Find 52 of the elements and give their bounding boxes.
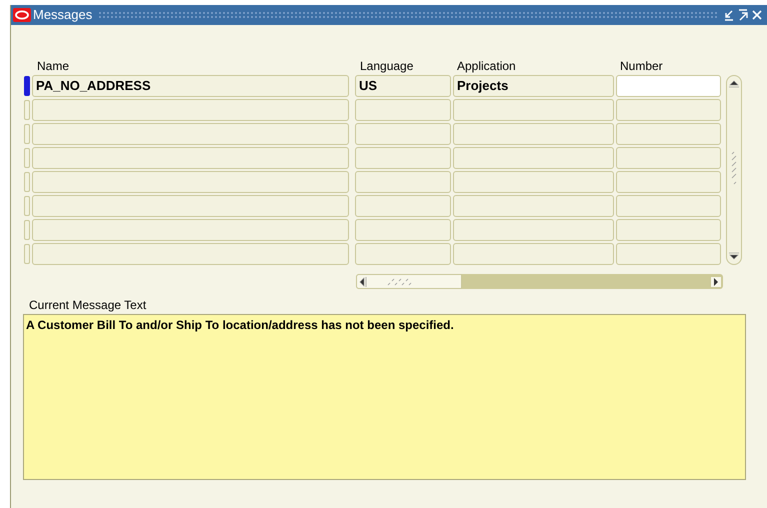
grip-icon — [387, 278, 413, 286]
table-cell[interactable] — [355, 99, 451, 121]
column-header: Name — [37, 59, 70, 73]
table-cell[interactable] — [616, 123, 721, 145]
table-cell[interactable] — [355, 195, 451, 217]
right-arrow-icon[interactable] — [711, 276, 721, 286]
table-cell[interactable] — [453, 219, 614, 241]
table-cell[interactable] — [453, 171, 614, 193]
vertical-scrollbar[interactable] — [726, 75, 742, 265]
table-cell[interactable]: Projects — [453, 75, 614, 97]
table-cell[interactable] — [453, 243, 614, 265]
table-cell[interactable]: US — [355, 75, 451, 97]
table-cell[interactable] — [453, 195, 614, 217]
message-label: Current Message Text — [29, 298, 148, 312]
column-header: Application — [457, 59, 517, 73]
table-cell[interactable] — [32, 243, 349, 265]
table-cell[interactable] — [32, 171, 349, 193]
table-cell[interactable]: PA_NO_ADDRESS — [32, 75, 349, 97]
row-indicator[interactable] — [24, 76, 30, 96]
table-cell[interactable] — [32, 99, 349, 121]
horizontal-scrollbar[interactable] — [356, 274, 723, 289]
table-cell[interactable] — [616, 243, 721, 265]
table-cell[interactable] — [355, 243, 451, 265]
oracle-logo-icon — [13, 8, 31, 22]
window-title: Messages — [33, 6, 92, 24]
table-cell[interactable] — [32, 123, 349, 145]
maximize-icon[interactable] — [737, 9, 749, 21]
scroll-thumb[interactable] — [356, 274, 462, 289]
table-cell[interactable] — [355, 171, 451, 193]
table-cell[interactable] — [453, 99, 614, 121]
up-arrow-icon[interactable] — [729, 80, 739, 88]
table-cell[interactable] — [616, 195, 721, 217]
column-header: Language — [360, 59, 414, 73]
table-cell[interactable] — [32, 219, 349, 241]
minimize-icon[interactable] — [723, 9, 735, 21]
left-arrow-icon[interactable] — [357, 276, 367, 286]
table-cell[interactable] — [355, 147, 451, 169]
table-cell[interactable] — [616, 147, 721, 169]
table-cell[interactable] — [616, 219, 721, 241]
table-cell[interactable] — [616, 75, 721, 97]
table-cell[interactable] — [32, 147, 349, 169]
message-text-area[interactable]: A Customer Bill To and/or Ship To location/address has not been specified. — [23, 314, 746, 480]
table-cell[interactable] — [355, 219, 451, 241]
column-header: Number — [620, 59, 663, 73]
close-icon[interactable] — [751, 9, 763, 21]
table-cell[interactable] — [616, 171, 721, 193]
table-cell[interactable] — [453, 147, 614, 169]
table-cell[interactable] — [453, 123, 614, 145]
down-arrow-icon[interactable] — [729, 252, 739, 260]
table-cell[interactable] — [616, 99, 721, 121]
table-cell[interactable] — [32, 195, 349, 217]
table-cell[interactable] — [355, 123, 451, 145]
